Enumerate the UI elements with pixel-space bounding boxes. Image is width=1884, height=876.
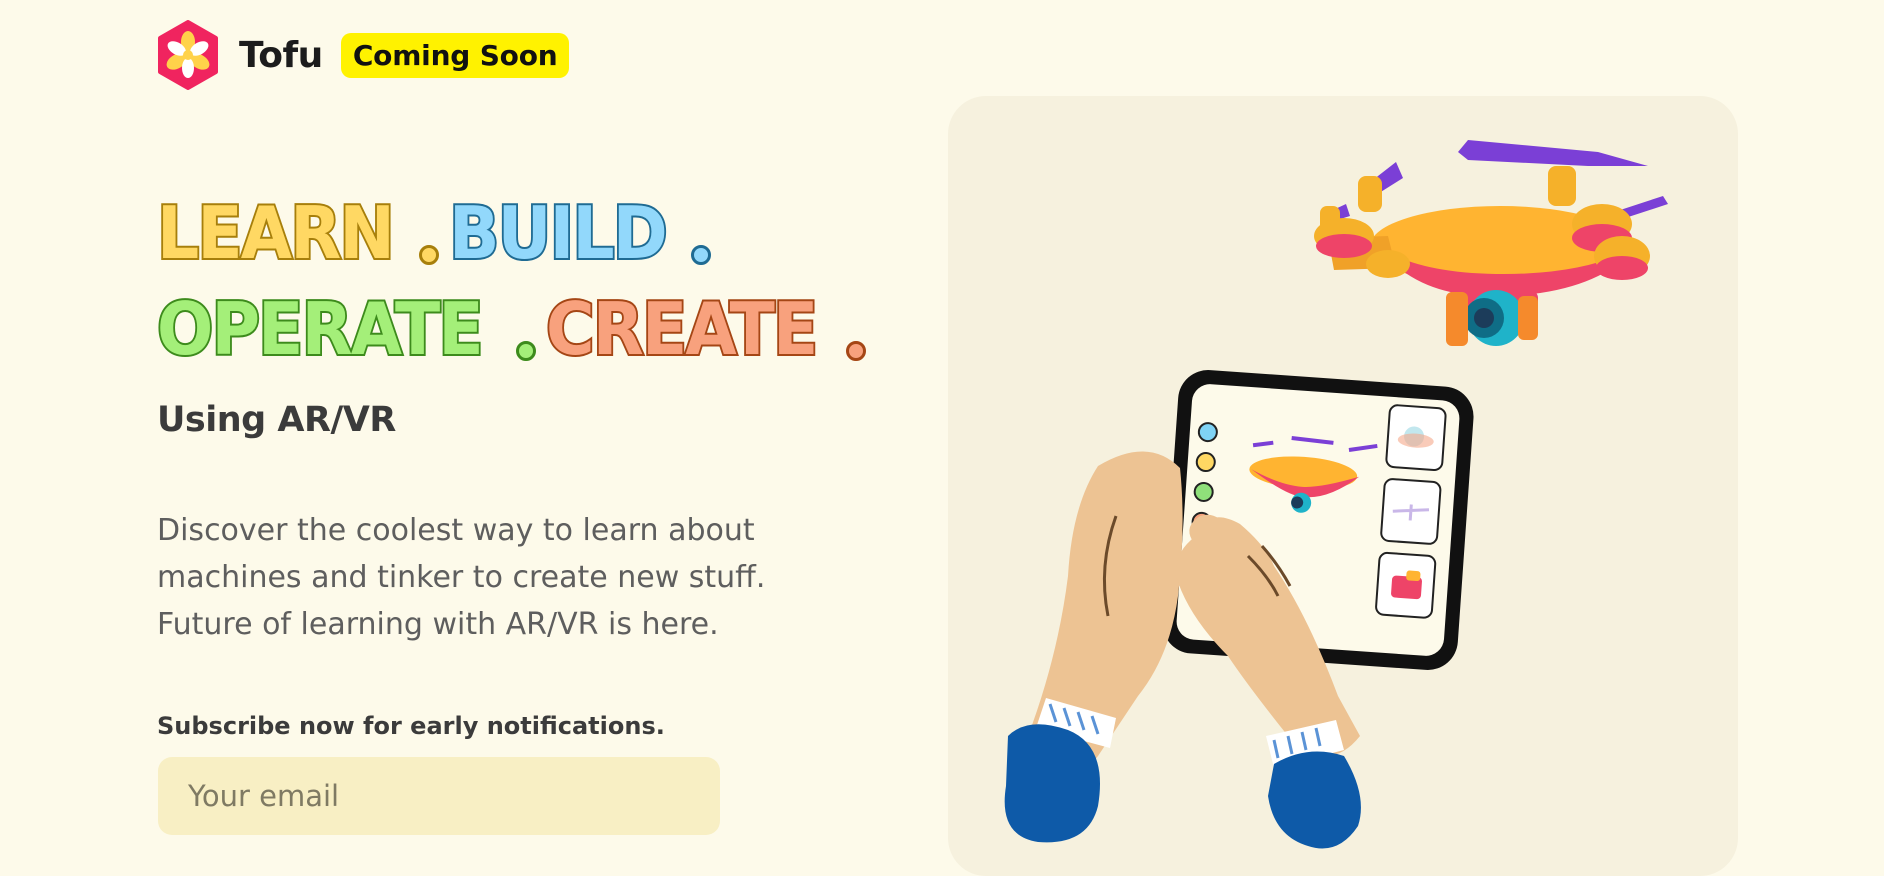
headline-line-1: LEARN BUILD xyxy=(155,185,757,275)
tofu-logo-icon[interactable] xyxy=(157,20,219,90)
headline-dot xyxy=(691,245,712,265)
hand-icon xyxy=(1004,451,1183,843)
headline-dot xyxy=(516,341,537,361)
headline-word-create: CREATE xyxy=(544,287,820,371)
subscribe-label: Subscribe now for early notifications. xyxy=(157,712,665,740)
headline-word-build: BUILD xyxy=(448,191,670,275)
hero-headline: LEARN BUILD OPERATE CREATE xyxy=(155,185,866,377)
hero-illustration-panel xyxy=(948,96,1738,876)
headline-word-learn: LEARN xyxy=(155,191,396,275)
hero-description: Discover the coolest way to learn about … xyxy=(157,513,766,642)
hero-subtitle: Using AR/VR xyxy=(157,400,396,440)
hands-tablet-drone-illustration xyxy=(1004,140,1668,849)
brand-name[interactable]: Tofu xyxy=(239,35,323,76)
email-input[interactable] xyxy=(158,757,720,835)
headline-dot xyxy=(845,341,866,361)
site-header: Tofu Coming Soon xyxy=(157,20,570,90)
drone-icon xyxy=(1314,140,1668,346)
headline-word-operate: OPERATE xyxy=(155,287,485,371)
headline-dot xyxy=(419,245,440,265)
headline-line-2: OPERATE CREATE xyxy=(155,281,866,371)
coming-soon-badge: Coming Soon xyxy=(340,32,570,78)
